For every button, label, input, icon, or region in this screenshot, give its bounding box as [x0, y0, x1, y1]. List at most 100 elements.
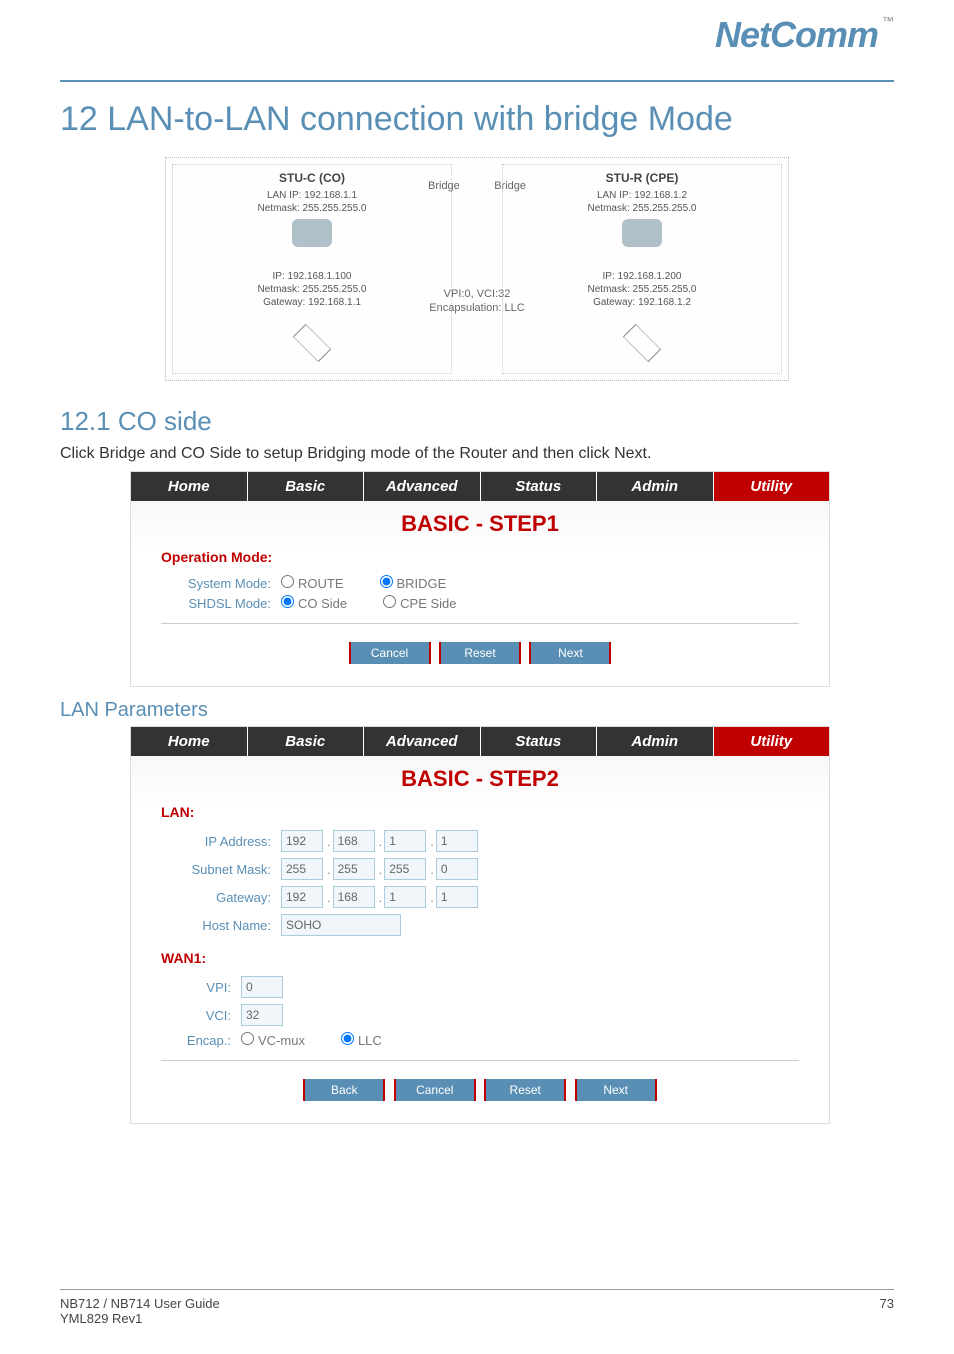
ip-address-label: IP Address:: [161, 834, 271, 849]
gateway-octet-1[interactable]: [281, 886, 323, 908]
network-diagram-container: STU-C (CO) LAN IP: 192.168.1.1 Netmask: …: [60, 157, 894, 386]
radio-co-side[interactable]: [281, 595, 294, 608]
hostname-label: Host Name:: [161, 918, 271, 933]
page-footer: NB712 / NB714 User Guide YML829 Rev1 73: [60, 1289, 894, 1326]
vpi-input[interactable]: [241, 976, 283, 998]
gateway-octet-2[interactable]: [333, 886, 375, 908]
hostname-row: Host Name:: [161, 914, 799, 936]
shdsl-mode-label: SHDSL Mode:: [161, 596, 271, 611]
tab-home[interactable]: Home: [131, 472, 248, 501]
pc-icon: [623, 324, 661, 362]
gateway-octet-4[interactable]: [436, 886, 478, 908]
network-diagram: STU-C (CO) LAN IP: 192.168.1.1 Netmask: …: [165, 157, 789, 381]
diagram-right-pcnetmask: Netmask: 255.255.255.0: [588, 284, 697, 295]
tab-status[interactable]: Status: [481, 727, 598, 756]
subnet-octet-4[interactable]: [436, 858, 478, 880]
diagram-left-netmask: Netmask: 255.255.255.0: [258, 203, 367, 214]
tab-bar-2: Home Basic Advanced Status Admin Utility: [131, 727, 829, 756]
radio-vcmux[interactable]: [241, 1032, 254, 1045]
tab-admin[interactable]: Admin: [597, 727, 714, 756]
bridge-label-left: Bridge: [428, 180, 460, 192]
diagram-right-pcip: IP: 192.168.1.200: [603, 271, 682, 282]
divider: [161, 1060, 799, 1061]
footer-rev: YML829 Rev1: [60, 1311, 220, 1326]
header-divider: [60, 80, 894, 82]
next-button[interactable]: Next: [575, 1079, 657, 1101]
encap-label: Encap.:: [161, 1033, 231, 1048]
system-mode-row: System Mode: ROUTE BRIDGE: [161, 575, 799, 591]
router-icon: [292, 219, 332, 247]
route-option: ROUTE: [298, 576, 344, 591]
ip-octet-4[interactable]: [436, 830, 478, 852]
cancel-button[interactable]: Cancel: [394, 1079, 476, 1101]
diagram-left-pcip: IP: 192.168.1.100: [273, 271, 352, 282]
llc-option: LLC: [358, 1033, 382, 1048]
footer-guide-name: NB712 / NB714 User Guide: [60, 1296, 220, 1311]
radio-cpe-side[interactable]: [383, 595, 396, 608]
diagram-right-pcgateway: Gateway: 192.168.1.2: [593, 297, 691, 308]
tab-basic[interactable]: Basic: [248, 472, 365, 501]
tab-advanced[interactable]: Advanced: [364, 727, 481, 756]
step2-button-row: Back Cancel Reset Next: [161, 1075, 799, 1113]
cpe-side-option: CPE Side: [400, 596, 456, 611]
gateway-label: Gateway:: [161, 890, 271, 905]
vci-input[interactable]: [241, 1004, 283, 1026]
section-12-1-title: 12.1 CO side: [60, 406, 894, 437]
radio-bridge[interactable]: [380, 575, 393, 588]
router-icon: [622, 219, 662, 247]
reset-button[interactable]: Reset: [484, 1079, 566, 1101]
gateway-row: Gateway: . . .: [161, 886, 799, 908]
vpi-label: VPI:: [161, 980, 231, 995]
reset-button[interactable]: Reset: [439, 642, 521, 664]
diagram-left-title: STU-C (CO): [173, 171, 451, 185]
subnet-octet-3[interactable]: [384, 858, 426, 880]
tab-utility[interactable]: Utility: [714, 727, 830, 756]
diagram-left-node: STU-C (CO) LAN IP: 192.168.1.1 Netmask: …: [172, 164, 452, 374]
radio-llc[interactable]: [341, 1032, 354, 1045]
pc-icon: [293, 324, 331, 362]
step2-screenshot: Home Basic Advanced Status Admin Utility…: [130, 726, 830, 1124]
back-button[interactable]: Back: [303, 1079, 385, 1101]
tab-bar: Home Basic Advanced Status Admin Utility: [131, 472, 829, 501]
vpi-row: VPI:: [161, 976, 799, 998]
system-mode-label: System Mode:: [161, 576, 271, 591]
subnet-row: Subnet Mask: . . .: [161, 858, 799, 880]
tab-advanced[interactable]: Advanced: [364, 472, 481, 501]
vcmux-option: VC-mux: [258, 1033, 305, 1048]
brand-name: NetComm: [715, 14, 878, 55]
section-12-1-text: Click Bridge and CO Side to setup Bridgi…: [60, 445, 894, 463]
subnet-label: Subnet Mask:: [161, 862, 271, 877]
tab-utility[interactable]: Utility: [714, 472, 830, 501]
subnet-octet-2[interactable]: [333, 858, 375, 880]
hostname-input[interactable]: [281, 914, 401, 936]
subnet-octet-1[interactable]: [281, 858, 323, 880]
diagram-right-lanip: LAN IP: 192.168.1.2: [597, 190, 687, 201]
diagram-right-netmask: Netmask: 255.255.255.0: [588, 203, 697, 214]
co-side-option: CO Side: [298, 596, 347, 611]
ip-octet-3[interactable]: [384, 830, 426, 852]
tab-admin[interactable]: Admin: [597, 472, 714, 501]
tab-status[interactable]: Status: [481, 472, 598, 501]
ip-octet-2[interactable]: [333, 830, 375, 852]
wan1-section-label: WAN1:: [161, 950, 799, 966]
footer-page-num: 73: [880, 1296, 894, 1326]
footer-left: NB712 / NB714 User Guide YML829 Rev1: [60, 1296, 220, 1326]
operation-mode-label: Operation Mode:: [161, 549, 799, 565]
encap-row: Encap.: VC-mux LLC: [161, 1032, 799, 1048]
lan-section-label: LAN:: [161, 804, 799, 820]
gateway-octet-3[interactable]: [384, 886, 426, 908]
diagram-right-title: STU-R (CPE): [503, 171, 781, 185]
next-button[interactable]: Next: [529, 642, 611, 664]
diagram-left-lanip: LAN IP: 192.168.1.1: [267, 190, 357, 201]
step1-title: BASIC - STEP1: [131, 501, 829, 549]
ip-octet-1[interactable]: [281, 830, 323, 852]
tab-basic[interactable]: Basic: [248, 727, 365, 756]
radio-route[interactable]: [281, 575, 294, 588]
vci-row: VCI:: [161, 1004, 799, 1026]
step1-button-row: Cancel Reset Next: [161, 638, 799, 676]
page-title: 12 LAN-to-LAN connection with bridge Mod…: [60, 100, 894, 139]
shdsl-mode-row: SHDSL Mode: CO Side CPE Side: [161, 595, 799, 611]
tab-home[interactable]: Home: [131, 727, 248, 756]
diagram-right-node: STU-R (CPE) LAN IP: 192.168.1.2 Netmask:…: [502, 164, 782, 374]
cancel-button[interactable]: Cancel: [349, 642, 431, 664]
